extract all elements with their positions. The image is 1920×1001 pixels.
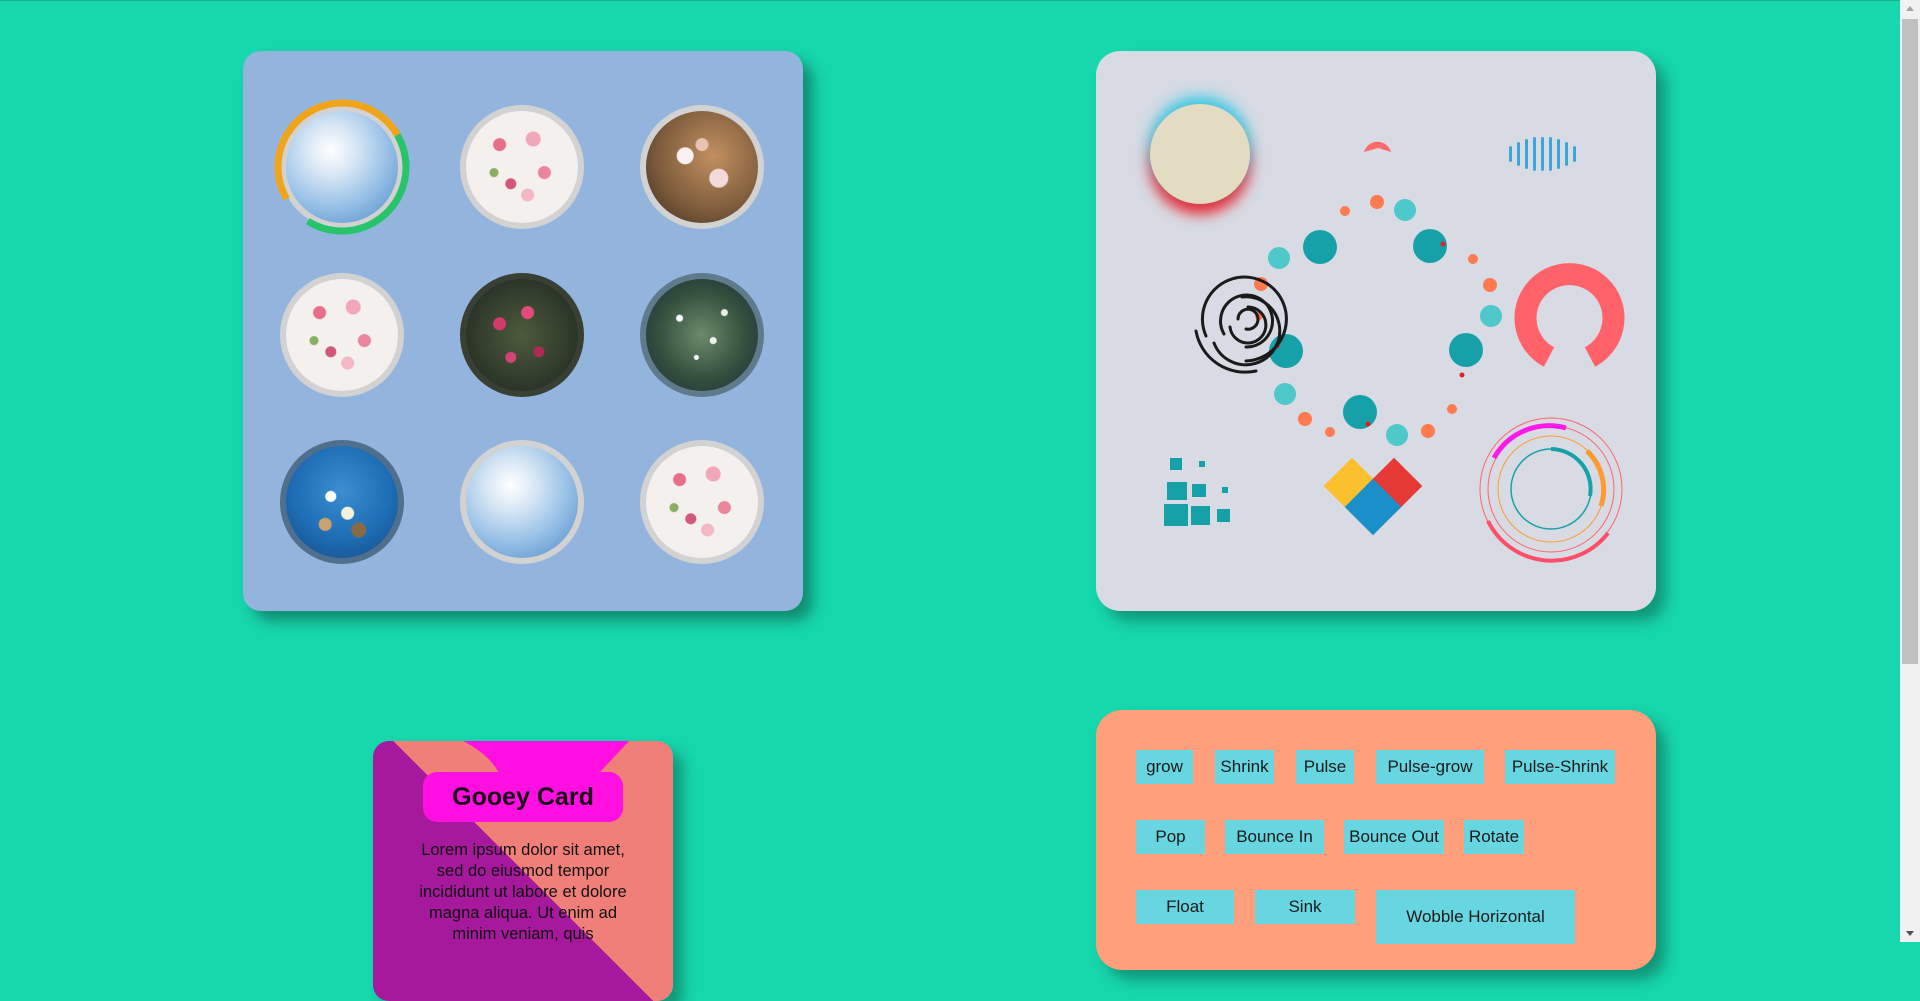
- squares-grid-icon: [1164, 458, 1230, 526]
- gooey-card-title: Gooey Card: [423, 772, 623, 822]
- vertical-scrollbar[interactable]: [1900, 0, 1920, 942]
- avatar-image-4[interactable]: [280, 273, 404, 397]
- wedge-loader-icon: [1364, 141, 1391, 152]
- float-button[interactable]: Float: [1136, 890, 1234, 924]
- flower-image: [466, 446, 578, 558]
- equalizer-bars-icon: [1509, 137, 1576, 171]
- loaders-drawing: [1164, 137, 1625, 563]
- grow-button[interactable]: grow: [1136, 750, 1193, 784]
- heart-loader-icon: [1323, 457, 1423, 536]
- progress-ring-icon: [274, 99, 410, 235]
- bounce-out-button[interactable]: Bounce Out: [1344, 820, 1444, 854]
- scrollbar-thumb[interactable]: [1902, 19, 1918, 664]
- avatar-image-1[interactable]: [274, 99, 410, 235]
- flower-image: [646, 279, 758, 391]
- bounce-in-button[interactable]: Bounce In: [1225, 820, 1324, 854]
- avatar-image-8[interactable]: [460, 440, 584, 564]
- avatar-image-7[interactable]: [280, 440, 404, 564]
- avatar-image-3[interactable]: [640, 105, 764, 229]
- wobble-horizontal-button[interactable]: Wobble Horizontal: [1376, 890, 1575, 944]
- concentric-rings-loader-icon: [1479, 417, 1623, 563]
- flower-image: [466, 111, 578, 223]
- pop-button[interactable]: Pop: [1136, 820, 1205, 854]
- gooey-card[interactable]: Gooey Card Lorem ipsum dolor sit amet, s…: [373, 741, 673, 1001]
- scroll-down-arrow-icon[interactable]: [1900, 925, 1920, 942]
- sink-button[interactable]: Sink: [1255, 890, 1355, 924]
- image-grid-card: [243, 51, 803, 611]
- avatar-image-2[interactable]: [460, 105, 584, 229]
- loaders-card: [1096, 51, 1656, 611]
- avatar-image-5[interactable]: [460, 273, 584, 397]
- flower-image: [286, 279, 398, 391]
- page-top-border: [0, 0, 1900, 1]
- flower-image: [646, 446, 758, 558]
- avatar-image-9[interactable]: [640, 440, 764, 564]
- pulse-shrink-button[interactable]: Pulse-Shrink: [1505, 750, 1615, 784]
- orbit-dots-loader-icon: [1254, 195, 1502, 446]
- flower-image: [466, 279, 578, 391]
- shrink-button[interactable]: Shrink: [1215, 750, 1274, 784]
- flower-image: [286, 446, 398, 558]
- rotate-button[interactable]: Rotate: [1464, 820, 1524, 854]
- pulse-button[interactable]: Pulse: [1296, 750, 1354, 784]
- gooey-card-text: Lorem ipsum dolor sit amet, sed do eiusm…: [419, 841, 627, 943]
- avatar-image-6[interactable]: [640, 273, 764, 397]
- coral-ring-loader-icon: [1514, 263, 1625, 367]
- flower-image: [646, 111, 758, 223]
- hover-buttons-card: grow Shrink Pulse Pulse-grow Pulse-Shrin…: [1096, 710, 1656, 970]
- scroll-up-arrow-icon[interactable]: [1900, 0, 1920, 17]
- pulse-grow-button[interactable]: Pulse-grow: [1376, 750, 1484, 784]
